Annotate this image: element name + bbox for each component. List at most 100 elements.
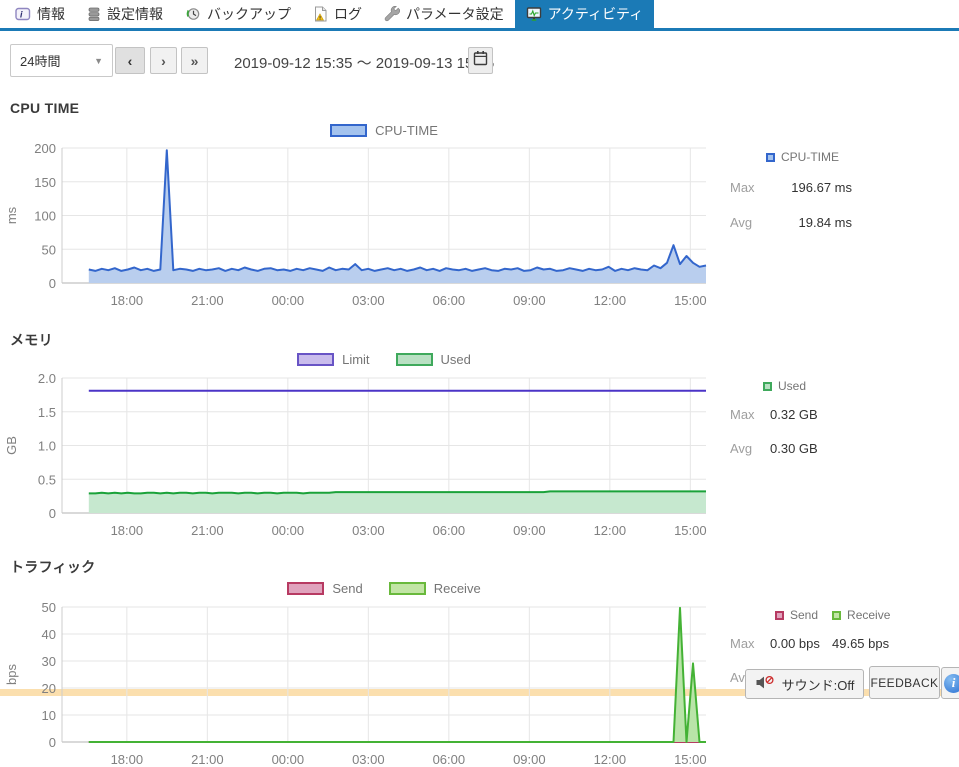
- legend-item-send: Send: [287, 581, 362, 596]
- svg-text:10: 10: [42, 708, 56, 723]
- chevron-left-icon: ‹: [128, 53, 133, 69]
- cpu-avg-row: Avg 19.84 ms: [730, 215, 955, 230]
- svg-text:2.0: 2.0: [38, 371, 56, 386]
- svg-text:21:00: 21:00: [191, 752, 224, 767]
- receive-swatch: [389, 582, 426, 595]
- cpu-time-chart: 18:0021:0000:0003:0006:0009:0012:0015:00…: [0, 138, 720, 308]
- tab-accent-bar: [0, 28, 959, 31]
- tab-log[interactable]: ログ: [302, 0, 373, 28]
- feedback-button[interactable]: FEEDBACK: [869, 666, 940, 699]
- tab-config-info[interactable]: 設定情報: [76, 0, 174, 28]
- date-range-text: 2019-09-12 15:35 ～ 2019-09-13 15:35: [234, 52, 494, 73]
- svg-text:15:00: 15:00: [674, 752, 707, 767]
- svg-text:200: 200: [34, 141, 56, 156]
- svg-text:20: 20: [42, 681, 56, 696]
- tab-activity[interactable]: アクティビティ: [515, 0, 655, 28]
- traffic-max-row: Max 0.00 bps 49.65 bps: [730, 636, 955, 651]
- legend-item-used: Used: [396, 352, 471, 367]
- memory-avg-value: 0.30 GB: [770, 441, 818, 456]
- legend-item-receive: Receive: [389, 581, 481, 596]
- tab-info[interactable]: i 情報: [4, 0, 76, 28]
- svg-text:30: 30: [42, 654, 56, 669]
- memory-max-value: 0.32 GB: [770, 407, 818, 422]
- memory-section-title: メモリ: [10, 330, 53, 350]
- memory-chart: 18:0021:0000:0003:0006:0009:0012:0015:00…: [0, 368, 720, 538]
- latest-period-button[interactable]: »: [181, 47, 208, 74]
- svg-text:50: 50: [42, 242, 56, 257]
- cpu-stats-series-label: CPU-TIME: [781, 150, 839, 164]
- memory-stats-legend: Used: [763, 379, 955, 393]
- tab-label: ログ: [334, 4, 362, 24]
- legend-item-cpu-time: CPU-TIME: [330, 123, 438, 138]
- legend-label: Send: [332, 581, 362, 596]
- info-bubble-icon: i: [15, 7, 31, 22]
- prev-period-button[interactable]: ‹: [115, 47, 145, 74]
- tab-label: 設定情報: [107, 4, 163, 24]
- memory-legend: Limit Used: [62, 352, 706, 367]
- cpu-time-square-icon: [766, 153, 775, 162]
- time-range-value: 24時間: [20, 51, 60, 70]
- avg-label: Avg: [730, 215, 782, 230]
- help-button[interactable]: i: [941, 667, 959, 699]
- next-period-button[interactable]: ›: [150, 47, 177, 74]
- legend-label: Used: [441, 352, 471, 367]
- receive-square-icon: [832, 611, 841, 620]
- calendar-button[interactable]: [468, 47, 493, 74]
- traffic-chart: 18:0021:0000:0003:0006:0009:0012:0015:00…: [0, 597, 720, 767]
- svg-text:GB: GB: [4, 436, 19, 455]
- memory-avg-row: Avg 0.30 GB: [730, 441, 955, 456]
- svg-text:bps: bps: [4, 664, 19, 685]
- traffic-send-max-value: 0.00 bps: [770, 636, 832, 651]
- log-warning-icon: [313, 6, 328, 22]
- svg-text:06:00: 06:00: [433, 752, 466, 767]
- svg-text:1.5: 1.5: [38, 405, 56, 420]
- svg-text:21:00: 21:00: [191, 293, 224, 308]
- svg-text:06:00: 06:00: [433, 293, 466, 308]
- send-label: Send: [790, 608, 818, 622]
- svg-text:18:00: 18:00: [111, 293, 144, 308]
- cpu-max-row: Max 196.67 ms: [730, 180, 955, 195]
- svg-text:00:00: 00:00: [272, 293, 305, 308]
- svg-text:09:00: 09:00: [513, 293, 546, 308]
- svg-text:15:00: 15:00: [674, 293, 707, 308]
- svg-text:15:00: 15:00: [674, 523, 707, 538]
- used-square-icon: [763, 382, 772, 391]
- send-swatch: [287, 582, 324, 595]
- svg-text:150: 150: [34, 175, 56, 190]
- database-icon: [87, 7, 101, 22]
- svg-text:0: 0: [49, 276, 56, 291]
- legend-label: Receive: [434, 581, 481, 596]
- svg-text:12:00: 12:00: [594, 523, 627, 538]
- sound-toggle-button[interactable]: サウンド:Off: [745, 669, 864, 699]
- chevron-right-icon: ›: [161, 53, 166, 69]
- svg-text:1.0: 1.0: [38, 439, 56, 454]
- max-label: Max: [730, 407, 770, 422]
- tab-backup[interactable]: バックアップ: [174, 0, 302, 28]
- chevron-down-icon: ▼: [94, 56, 103, 66]
- wrench-icon: [384, 6, 400, 22]
- feedback-label: FEEDBACK: [871, 676, 939, 690]
- cpu-stats-panel: CPU-TIME Max 196.67 ms Avg 19.84 ms: [730, 150, 955, 230]
- legend-label: CPU-TIME: [375, 123, 438, 138]
- svg-text:06:00: 06:00: [433, 523, 466, 538]
- cpu-section-title: CPU TIME: [10, 100, 79, 116]
- time-range-select[interactable]: 24時間 ▼: [10, 44, 113, 77]
- max-label: Max: [730, 180, 782, 195]
- cpu-stats-legend: CPU-TIME: [766, 150, 955, 164]
- tab-label: バックアップ: [207, 4, 291, 24]
- svg-text:12:00: 12:00: [594, 752, 627, 767]
- receive-label: Receive: [847, 608, 890, 622]
- svg-text:03:00: 03:00: [352, 752, 385, 767]
- memory-stats-panel: Used Max 0.32 GB Avg 0.30 GB: [730, 379, 955, 456]
- traffic-legend: Send Receive: [62, 581, 706, 596]
- receive-stats-legend: Receive: [832, 608, 890, 622]
- tab-parameter-settings[interactable]: パラメータ設定: [373, 0, 515, 28]
- svg-text:12:00: 12:00: [594, 293, 627, 308]
- svg-text:21:00: 21:00: [191, 523, 224, 538]
- traffic-receive-max-value: 49.65 bps: [832, 636, 889, 651]
- send-stats-legend: Send: [775, 608, 818, 622]
- svg-text:0.5: 0.5: [38, 472, 56, 487]
- svg-text:50: 50: [42, 600, 56, 615]
- svg-text:18:00: 18:00: [111, 523, 144, 538]
- tab-label: アクティビティ: [548, 4, 644, 24]
